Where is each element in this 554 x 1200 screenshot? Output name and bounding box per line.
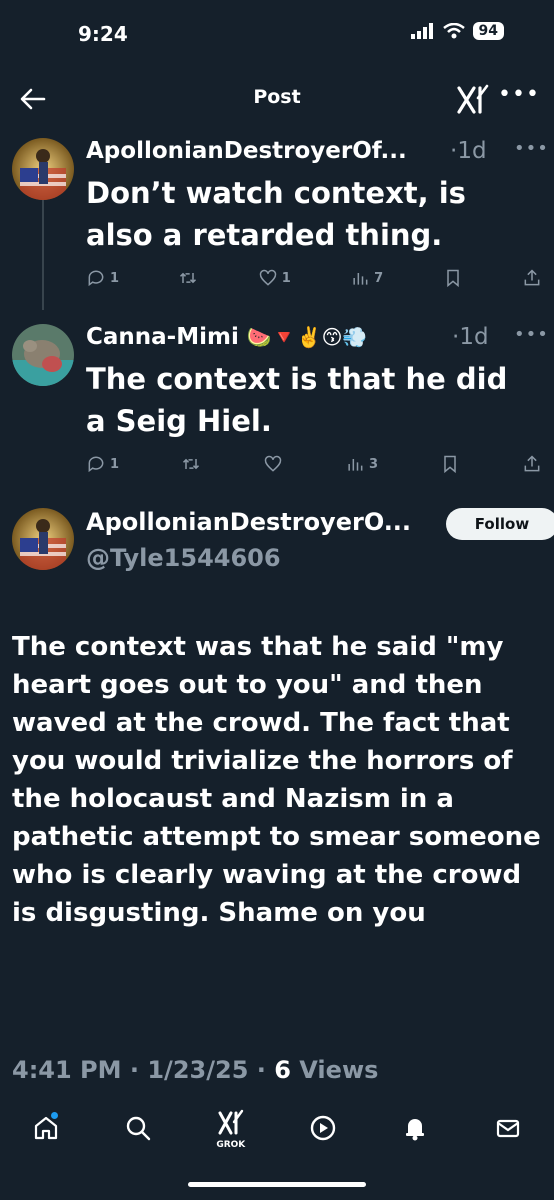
nav-home[interactable] [26,1108,66,1148]
mail-icon [496,1119,519,1138]
like-count: 1 [281,270,291,286]
reply-count: 1 [110,270,120,286]
comment-icon [88,270,104,287]
post-text: The context was that he said "my heart g… [12,632,541,928]
reply-text: The context is that he did a Seig Hiel. [86,362,508,438]
reply-timestamp: ·1d [452,324,489,350]
share-icon [524,269,540,286]
repost-icon [182,458,200,470]
heart-icon [264,455,282,472]
share-button[interactable] [522,268,542,288]
comment-icon [88,456,104,473]
nav-grok[interactable]: GROK [211,1108,251,1150]
view-count: 3 [368,456,378,472]
bookmark-button[interactable] [440,454,460,474]
reply-text: Don’t watch context, is also a retarded … [86,176,466,252]
grok-icon [457,84,489,114]
post-timestamp: 4:41 PM · 1/23/25 · 6 Views [12,1056,379,1084]
avatar[interactable] [12,138,74,200]
nav-search[interactable] [118,1108,158,1148]
like-button[interactable] [263,454,283,474]
thread-line [42,200,44,310]
reply-more-button[interactable]: ••• [514,138,549,159]
share-button[interactable] [522,454,542,474]
post-date: 1/23/25 [147,1056,249,1084]
heart-icon [259,269,277,286]
signal-icon [410,23,433,39]
home-indicator [188,1182,366,1187]
more-options-button[interactable]: ••• [498,82,540,107]
repost-icon [180,272,197,284]
status-icons: 94 [410,22,504,40]
share-icon [524,455,540,472]
reply-more-button[interactable]: ••• [514,324,549,345]
repost-button[interactable] [181,454,201,474]
battery-level: 94 [472,22,504,40]
grok-icon [218,1109,244,1135]
views-button[interactable]: 7 [350,268,383,288]
bookmark-icon [444,455,456,474]
grok-button[interactable] [456,84,490,120]
play-circle-icon [310,1115,336,1141]
post-view-count: 6 [274,1056,291,1084]
reply-actions: 1 3 [86,454,542,474]
follow-button[interactable]: Follow [446,508,554,540]
bottom-nav: GROK [0,1098,554,1158]
avatar[interactable] [12,324,74,386]
analytics-icon [353,273,368,285]
reply-button[interactable]: 1 [86,454,119,474]
bookmark-button[interactable] [443,268,463,288]
post-views-label: Views [299,1056,379,1084]
reply-timestamp: ·1d [450,138,487,164]
reply-button[interactable]: 1 [86,268,119,288]
reply-author-name[interactable]: ApollonianDestroyerOf... [86,138,407,164]
search-icon [127,1116,151,1141]
view-count: 7 [374,270,384,286]
nav-messages[interactable] [488,1108,528,1148]
analytics-icon [348,459,363,471]
bell-icon [406,1119,425,1141]
post-author-handle[interactable]: @Tyle1544606 [86,544,281,572]
wifi-icon [442,23,465,39]
author-emojis: 🍉🔻✌️😙💨 [246,325,368,349]
reply-time: 1d [459,324,489,350]
nav-notifications[interactable] [395,1108,435,1148]
avatar[interactable] [12,508,74,570]
post-author-name[interactable]: ApollonianDestroyerO... [86,508,411,536]
reply-author-name[interactable]: Canna-Mimi 🍉🔻✌️😙💨 [86,324,367,350]
reply-time: 1d [457,138,487,164]
bookmark-icon [446,269,459,288]
nav-video[interactable] [303,1108,343,1148]
post-time: 4:41 PM [12,1056,122,1084]
reply-actions: 1 1 7 [86,268,542,288]
views-button[interactable]: 3 [345,454,378,474]
repost-button[interactable] [178,268,198,288]
like-button[interactable]: 1 [258,268,291,288]
grok-label: GROK [216,1140,246,1150]
author-name-text: Canna-Mimi [86,324,239,350]
reply-count: 1 [110,456,120,472]
status-time: 9:24 [78,22,128,46]
